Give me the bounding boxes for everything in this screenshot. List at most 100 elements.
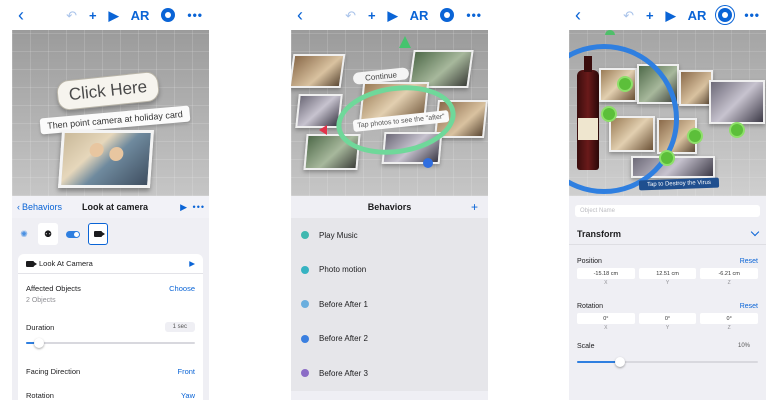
chevron-down-icon[interactable] (750, 227, 760, 237)
rotation-z-field[interactable]: 0° (700, 313, 759, 324)
back-icon[interactable]: ‹ (18, 6, 24, 24)
destroy-virus-sign[interactable]: Tap to Destroy the Virus (638, 177, 720, 191)
action-label: Look At Camera (39, 259, 93, 268)
behavior-more-icon[interactable]: ••• (193, 202, 205, 212)
green-dome-marker (605, 30, 615, 35)
play-action-icon[interactable]: ▶ (189, 259, 195, 268)
wine-bottle-object[interactable] (577, 56, 599, 170)
green-cone-marker (399, 36, 411, 48)
virus-icon[interactable] (689, 130, 701, 142)
behaviors-panel: Behaviors + Play Music Photo motion Before… (291, 196, 488, 400)
undo-icon[interactable]: ↶ (66, 9, 77, 22)
behavior-name: Play Music (319, 230, 358, 240)
object-name-field[interactable]: Object Name (575, 205, 760, 217)
screen-look-at-camera: ‹ ↶ + ▶ AR ••• Click Here Then point cam… (12, 0, 209, 400)
ar-button[interactable]: AR (410, 9, 429, 22)
duration-slider[interactable] (26, 338, 195, 348)
back-label: Behaviors (22, 202, 63, 212)
photo-tile[interactable] (709, 80, 765, 124)
trigger-sparkle-icon[interactable]: ✺ (18, 229, 30, 240)
rotation-value[interactable]: Yaw (181, 391, 195, 400)
more-icon[interactable]: ••• (187, 9, 203, 21)
choose-link[interactable]: Choose (169, 284, 195, 293)
click-here-sign[interactable]: Click Here (55, 70, 161, 112)
scale-slider[interactable] (577, 357, 758, 367)
trigger-objects-icon[interactable]: ⚉ (38, 223, 58, 245)
scale-value[interactable]: 10% (729, 341, 758, 351)
behavior-item[interactable]: Photo motion (291, 253, 488, 288)
position-z-field[interactable]: -6.21 cm (700, 268, 759, 279)
duration-slider-handle[interactable] (33, 338, 44, 348)
rotation-x-field[interactable]: 0° (577, 313, 635, 324)
add-icon[interactable]: + (646, 9, 654, 22)
behavior-color-dot (301, 265, 309, 274)
facing-direction-row[interactable]: Facing Direction Front (18, 364, 203, 378)
behavior-item[interactable]: Before After 3 (291, 356, 488, 391)
more-icon[interactable]: ••• (466, 9, 482, 21)
holiday-card-photo[interactable] (57, 130, 155, 188)
position-y-field[interactable]: 12.51 cm (638, 268, 697, 279)
back-to-behaviors-link[interactable]: ‹ Behaviors (17, 202, 62, 212)
rotation-axis-labels: X Y Z (569, 324, 766, 333)
axis-y-label: Y (665, 280, 670, 286)
virus-icon[interactable] (603, 108, 615, 120)
add-behavior-icon[interactable]: + (471, 200, 478, 214)
facing-direction-value[interactable]: Front (177, 367, 195, 376)
rotation-reset-button[interactable]: Reset (740, 303, 758, 310)
photo-face-1 (89, 143, 105, 157)
back-icon[interactable]: ‹ (297, 6, 303, 24)
add-icon[interactable]: + (368, 9, 376, 22)
action-row[interactable]: Look At Camera ▶ (18, 254, 203, 274)
behavior-detail-panel: ‹ Behaviors Look at camera ▶ ••• ✺ ⚉ Loo… (12, 196, 209, 400)
affected-objects-label: Affected Objects (26, 283, 81, 293)
duration-value[interactable]: 1 sec (164, 322, 195, 332)
photo-tile[interactable] (679, 70, 713, 106)
scale-slider-handle[interactable] (614, 357, 625, 367)
undo-icon[interactable]: ↶ (623, 9, 634, 22)
ar-button[interactable]: AR (688, 9, 707, 22)
position-reset-button[interactable]: Reset (740, 258, 758, 265)
behaviors-list: Play Music Photo motion Before After 1 Befo… (291, 218, 488, 391)
virus-icon[interactable] (661, 152, 673, 164)
rotation-y-field[interactable]: 0° (638, 313, 697, 324)
rotation-row[interactable]: Rotation Yaw (18, 388, 203, 400)
settings-gear-icon[interactable] (718, 8, 733, 22)
undo-icon[interactable]: ↶ (345, 9, 356, 22)
back-icon[interactable]: ‹ (575, 6, 581, 24)
photo-tile[interactable] (291, 54, 346, 88)
behavior-item[interactable]: Before After 1 (291, 287, 488, 322)
more-icon[interactable]: ••• (744, 9, 760, 21)
behavior-title: Look at camera (82, 202, 149, 212)
ar-button[interactable]: AR (131, 9, 150, 22)
video-camera-icon[interactable] (88, 223, 108, 245)
ar-scene-view[interactable]: Click Here Then point camera at holiday … (12, 30, 209, 196)
transform-section-header[interactable]: Transform (569, 223, 766, 245)
behavior-item[interactable]: Before After 2 (291, 322, 488, 357)
virus-icon[interactable] (731, 124, 743, 136)
behavior-name: Before After 2 (319, 334, 368, 344)
rotation-label: Rotation (26, 390, 54, 400)
ar-scene-view[interactable]: Tap to Destroy the Virus (569, 30, 766, 196)
settings-gear-icon[interactable] (440, 8, 455, 22)
play-icon[interactable]: ▶ (109, 9, 119, 22)
play-icon[interactable]: ▶ (666, 9, 676, 22)
affected-objects-count: 2 Objects (26, 296, 56, 304)
blue-dot-marker (423, 158, 433, 168)
axis-x-label: X (604, 280, 608, 286)
play-behavior-icon[interactable]: ▶ (180, 202, 187, 213)
add-icon[interactable]: + (89, 9, 97, 22)
position-label: Position (577, 258, 602, 265)
position-x-field[interactable]: -15.18 cm (577, 268, 635, 279)
screen-transform-settings: ‹ ↶ + ▶ AR ••• Tap to Destroy the Virus … (569, 0, 766, 400)
affected-objects-row: Affected Objects Choose (18, 282, 203, 294)
ar-scene-view[interactable]: Continue Tap photos to see the "after" (291, 30, 488, 196)
behaviors-title: Behaviors (367, 202, 412, 212)
action-toggle-icon[interactable] (66, 230, 80, 238)
behavior-color-dot (301, 231, 309, 240)
rotation-fields: 0° 0° 0° (569, 310, 766, 324)
behavior-color-dot (301, 334, 309, 343)
settings-gear-icon[interactable] (161, 8, 176, 22)
virus-icon[interactable] (619, 78, 631, 90)
behavior-item[interactable]: Play Music (291, 218, 488, 253)
play-icon[interactable]: ▶ (388, 9, 398, 22)
